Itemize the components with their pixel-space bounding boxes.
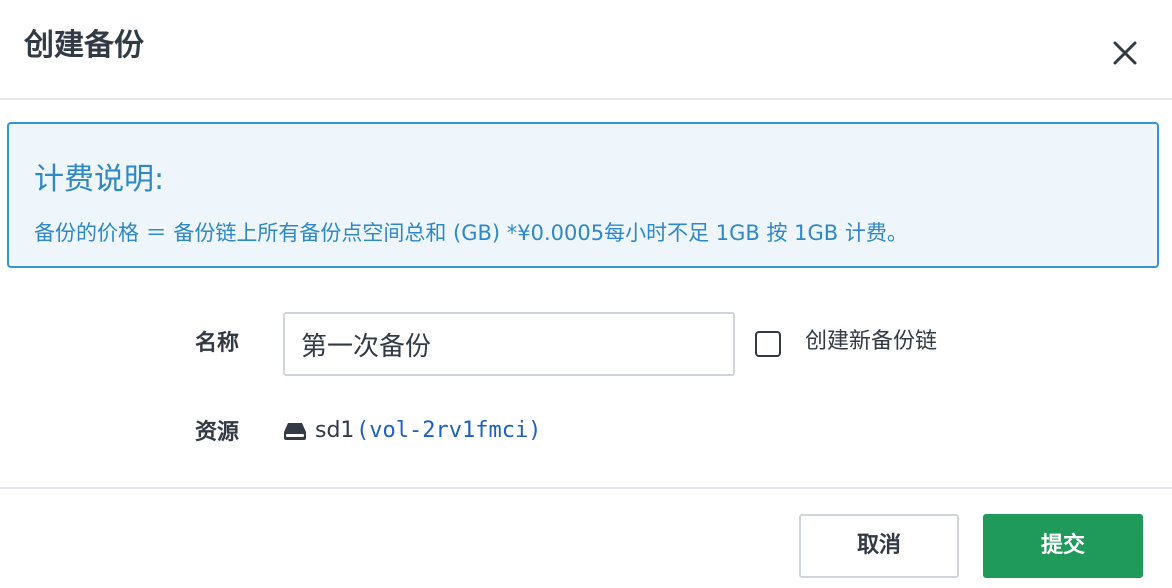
name-label: 名称: [195, 331, 240, 356]
billing-notice-title: 计费说明:: [34, 162, 165, 197]
billing-notice-text: 备份的价格 ＝ 备份链上所有备份点空间总和 (GB) *¥0.0005每小时不足…: [34, 221, 908, 245]
dialog-header: 创建备份: [0, 0, 1172, 100]
resource-id-link[interactable]: (vol-2rv1fmci): [356, 415, 541, 447]
create-backup-dialog: 创建备份 计费说明: 备份的价格 ＝ 备份链上所有备份点空间总和 (GB) *¥…: [0, 0, 1172, 588]
close-button[interactable]: [1106, 34, 1144, 72]
resource-name: sd1: [315, 418, 355, 443]
close-icon: [1113, 41, 1137, 65]
submit-button[interactable]: 提交: [983, 514, 1143, 578]
billing-notice: 计费说明: 备份的价格 ＝ 备份链上所有备份点空间总和 (GB) *¥0.000…: [7, 122, 1159, 268]
backup-name-input[interactable]: [283, 312, 735, 376]
new-backup-chain-checkbox[interactable]: [755, 331, 781, 357]
new-backup-chain-label[interactable]: 创建新备份链: [805, 326, 937, 358]
cancel-button[interactable]: 取消: [799, 514, 959, 578]
disk-icon: [284, 423, 306, 440]
resource-label: 资源: [195, 420, 240, 445]
footer-divider: [0, 487, 1172, 489]
dialog-title: 创建备份: [24, 28, 144, 63]
